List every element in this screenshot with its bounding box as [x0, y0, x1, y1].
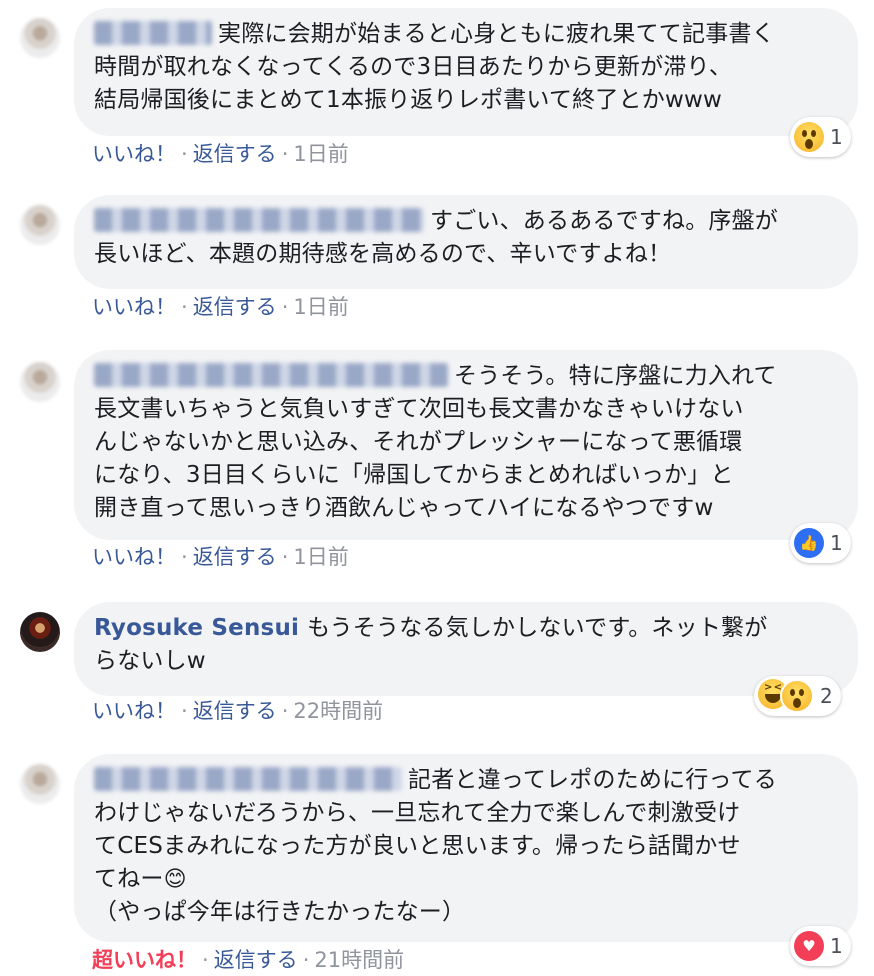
timestamp[interactable]: 21時間前 [314, 948, 404, 972]
reaction-summary[interactable]: 1 [790, 117, 851, 157]
avatar[interactable] [20, 612, 60, 652]
timestamp[interactable]: 22時間前 [293, 699, 383, 723]
like-link[interactable]: いいね！ [92, 295, 176, 319]
avatar[interactable] [20, 18, 60, 58]
reply-link[interactable]: 返信する [193, 545, 277, 569]
comment-line: そうそう。特に序盤に力入れて [454, 363, 777, 389]
like-link[interactable]: いいね！ [92, 699, 176, 723]
love-icon: ♥ [794, 931, 824, 961]
reply-link[interactable]: 返信する [193, 295, 277, 319]
reply-link[interactable]: 返信する [193, 142, 277, 166]
comment-line: 長文書いちゃうと気負いすぎて次回も長文書かなきゃいけない [94, 396, 744, 422]
comment-line: んじゃないかと思い込み、それがプレッシャーになって悪循環 [94, 429, 743, 455]
like-link[interactable]: いいね！ [92, 545, 176, 569]
reaction-summary[interactable]: 👍 1 [790, 523, 851, 563]
like-link[interactable]: 超いいね！ [92, 948, 197, 972]
avatar[interactable] [20, 205, 60, 245]
comment-line: わけじゃないだろうから、一旦忘れて全力で楽しんで刺激受け [94, 800, 741, 826]
author-name[interactable]: Ryosuke Sensui [94, 615, 299, 641]
comment-bubble: 記者と違ってレポのために行ってる わけじゃないだろうから、一旦忘れて全力で楽しん… [74, 754, 858, 942]
comment-actions: いいね！ · 返信する · 22時間前 [92, 699, 384, 723]
reaction-summary[interactable]: ♥ 1 [790, 926, 851, 966]
reply-link[interactable]: 返信する [193, 699, 277, 723]
reaction-count: 1 [830, 125, 843, 149]
reaction-count: 1 [830, 531, 843, 555]
comment-line: 実際に会期が始まると心身ともに疲れ果てて記事書く [218, 21, 775, 47]
wow-icon [794, 122, 824, 152]
like-icon: 👍 [794, 528, 824, 558]
timestamp[interactable]: 1日前 [293, 545, 348, 569]
timestamp[interactable]: 1日前 [293, 295, 348, 319]
reaction-count: 1 [830, 934, 843, 958]
comment-line: になり、3日目くらいに「帰国してからまとめればいっか」と [94, 462, 734, 488]
comment-actions: いいね！ · 返信する · 1日前 [92, 545, 349, 569]
like-link[interactable]: いいね！ [92, 142, 176, 166]
author-name-blurred[interactable] [94, 21, 212, 45]
author-name-blurred[interactable] [94, 767, 402, 791]
comment-actions: 超いいね！ · 返信する · 21時間前 [92, 948, 405, 972]
comment-line: 記者と違ってレポのために行ってる [408, 767, 777, 793]
comment-bubble: そうそう。特に序盤に力入れて 長文書いちゃうと気負いすぎて次回も長文書かなきゃい… [74, 350, 858, 540]
comment-actions: いいね！ · 返信する · 1日前 [92, 295, 349, 319]
avatar[interactable] [20, 764, 60, 804]
comment-line: 長いほど、本題の期待感を高めるので、辛いですよね！ [94, 241, 672, 267]
comment-bubble: 実際に会期が始まると心身ともに疲れ果てて記事書く 時間が取れなくなってくるので3… [74, 8, 858, 136]
avatar[interactable] [20, 362, 60, 402]
reaction-summary[interactable]: 2 [754, 676, 841, 716]
comment-bubble: すごい、あるあるですね。序盤が 長いほど、本題の期待感を高めるので、辛いですよね… [74, 195, 858, 289]
comment-line: 結局帰国後にまとめて1本振り返りレポ書いて終了とかwww [94, 87, 722, 113]
wow-icon [780, 679, 814, 713]
comment-line: もうそうなる気しかしないです。ネット繋が [307, 615, 768, 641]
smile-emoji-icon: 😊 [163, 867, 187, 892]
author-name-blurred[interactable] [94, 208, 424, 232]
comment-bubble: Ryosuke Sensui もうそうなる気しかしないです。ネット繋が らないしw [74, 602, 858, 696]
comment-line: （やっぱ今年は行きたかったなー） [94, 899, 466, 925]
author-name-blurred[interactable] [94, 363, 448, 387]
comment-line: てねー [94, 866, 164, 892]
reaction-count: 2 [820, 684, 833, 708]
comment-line: すごい、あるあるですね。序盤が [430, 208, 778, 234]
comment-actions: いいね！ · 返信する · 1日前 [92, 142, 349, 166]
comment-line: 開き直って思いっきり酒飲んじゃってハイになるやつですw [94, 495, 714, 521]
reply-link[interactable]: 返信する [214, 948, 298, 972]
timestamp[interactable]: 1日前 [293, 142, 348, 166]
comment-line: 時間が取れなくなってくるので3日目あたりから更新が滞り、 [94, 54, 733, 80]
comment-line: らないしw [94, 648, 206, 674]
comment-line: てCESまみれになった方が良いと思います。帰ったら話聞かせ [94, 833, 741, 859]
reaction-icons [758, 679, 814, 713]
